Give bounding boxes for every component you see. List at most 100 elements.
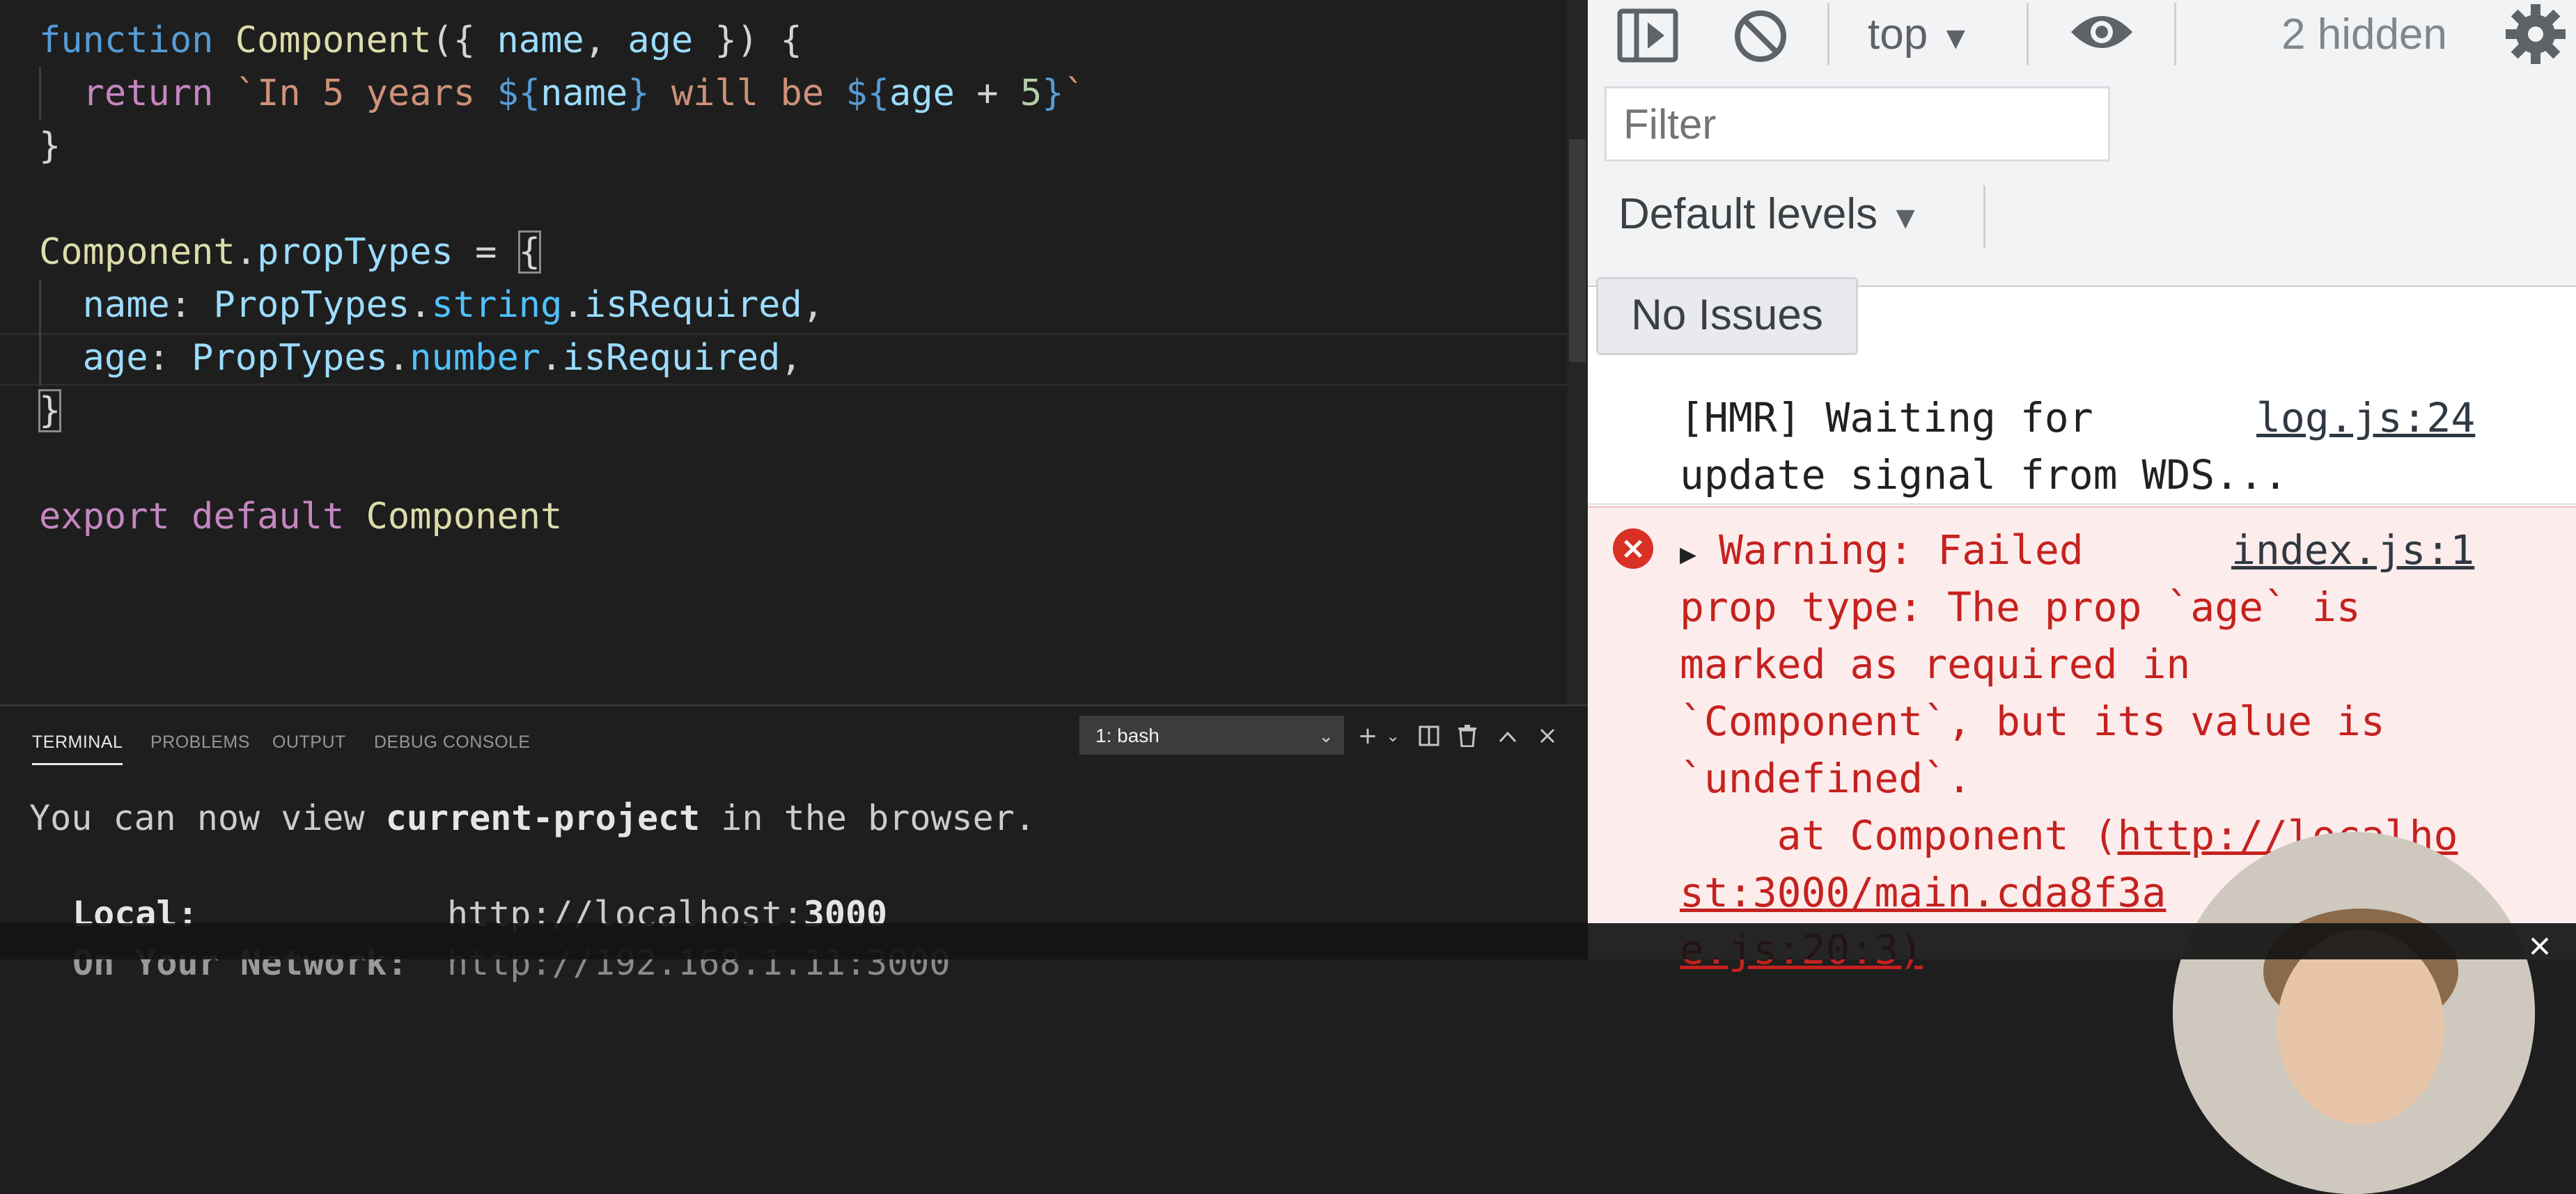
presenter-image	[2173, 832, 2535, 1194]
code-line[interactable]: export default Component	[39, 490, 562, 543]
code-token: ({	[431, 19, 497, 61]
code-token: name	[82, 284, 170, 326]
code-token: string	[431, 284, 563, 326]
code-token: .	[409, 284, 432, 326]
code-token: will be	[649, 72, 846, 114]
code-token: ${	[845, 72, 890, 114]
scrollbar-thumb[interactable]	[1569, 139, 1586, 362]
code-line[interactable]: return `In 5 years ${name} will be ${age…	[39, 67, 1086, 120]
editor-scrollbar[interactable]	[1567, 0, 1588, 705]
log-source-link[interactable]: log.js:24	[2256, 389, 2475, 446]
sidebar-icon	[1617, 8, 1678, 63]
trash-icon	[1458, 725, 1476, 748]
live-expression-button[interactable]	[2068, 11, 2135, 56]
code-line[interactable]: }	[38, 384, 62, 437]
code-token: +	[954, 72, 1020, 114]
error-icon: ×	[1613, 528, 1653, 569]
terminal-select[interactable]: 1: bash ⌄	[1079, 716, 1344, 755]
code-token: 5	[1020, 72, 1043, 114]
eye-icon	[2071, 16, 2132, 48]
code-editor[interactable]: function Component({ name, age }) { retu…	[0, 0, 1567, 705]
code-token: age	[82, 337, 148, 379]
code-token: age	[627, 19, 694, 61]
code-token: propTypes	[257, 231, 453, 273]
code-token: .	[387, 337, 410, 379]
code-token: PropTypes	[213, 284, 410, 326]
close-panel-button[interactable]	[1532, 718, 1563, 753]
chevron-down-icon: ⌄	[1318, 725, 1334, 746]
code-token: =	[453, 231, 519, 273]
code-token: }	[1042, 72, 1064, 114]
console-message-info: [HMR] Waiting for update signal from WDS…	[1588, 386, 2576, 505]
code-line[interactable]: name: PropTypes.string.isRequired,	[39, 278, 824, 331]
clear-console-button[interactable]	[1733, 8, 1788, 68]
code-token: default	[192, 496, 345, 537]
code-token: name	[497, 19, 584, 61]
console-toolbar: top ▼ 2 hidden	[1588, 0, 2576, 70]
tab-terminal[interactable]: TERMINAL	[32, 721, 123, 765]
code-line[interactable]: Component.propTypes = {	[39, 226, 542, 278]
code-token: }	[39, 125, 61, 167]
code-token: export	[39, 496, 170, 537]
sidebar-toggle-button[interactable]	[1617, 8, 1678, 66]
code-token: Component	[39, 231, 235, 273]
code-token: .	[562, 284, 584, 326]
tab-problems[interactable]: PROBLEMS	[150, 721, 250, 763]
code-token: number	[409, 337, 541, 379]
code-token: ,	[802, 284, 825, 326]
code-line[interactable]: age: PropTypes.number.isRequired,	[39, 331, 802, 384]
code-token: }) {	[693, 19, 802, 61]
stack-trace-link[interactable]: st:3000/main.cda8f3a	[1680, 864, 2166, 921]
tab-output[interactable]: OUTPUT	[272, 721, 346, 763]
code-token: ${	[497, 72, 541, 114]
code-token: }	[38, 389, 62, 432]
code-token: isRequired	[584, 284, 802, 326]
terminal-line: You can now view current-project in the …	[29, 798, 1036, 838]
toolbar-divider	[1983, 185, 1985, 248]
trash-button[interactable]	[1452, 718, 1483, 753]
code-token: }	[627, 72, 650, 114]
code-token: PropTypes	[192, 337, 388, 379]
code-token: ,	[780, 337, 802, 379]
toolbar-divider	[1827, 3, 1829, 65]
tab-debug-console[interactable]: DEBUG CONSOLE	[374, 721, 531, 763]
chevron-down-icon[interactable]: ⌄	[1377, 718, 1408, 753]
issues-button[interactable]: No Issues	[1596, 277, 1858, 355]
code-token: function	[39, 19, 214, 61]
block-icon	[1735, 10, 1786, 62]
console-settings-button[interactable]	[2504, 3, 2567, 69]
toolbar-divider	[2174, 3, 2176, 65]
levels-row: Default levels ▼	[1588, 174, 2576, 287]
split-terminal-button[interactable]	[1414, 718, 1444, 753]
code-token: `In 5 years	[213, 72, 497, 114]
code-token: {	[517, 230, 542, 274]
dropdown-triangle-icon: ▼	[1939, 19, 1972, 56]
maximize-panel-button[interactable]	[1492, 718, 1523, 753]
code-line[interactable]: }	[39, 120, 61, 173]
webcam-overlay	[2173, 832, 2535, 1194]
context-select[interactable]: top ▼	[1868, 10, 1972, 59]
code-token: name	[540, 72, 628, 114]
code-token: `	[1063, 72, 1086, 114]
devtools-console: top ▼ 2 hidden Default levels ▼ No Issue…	[1588, 0, 2576, 973]
code-token: :	[169, 284, 214, 326]
default-levels-select[interactable]: Default levels ▼	[1618, 189, 1921, 239]
dropdown-triangle-icon: ▼	[1889, 199, 1921, 235]
filter-input[interactable]	[1605, 86, 2110, 162]
code-token: isRequired	[562, 337, 781, 379]
gear-icon	[2506, 4, 2566, 64]
code-token: Component	[235, 19, 432, 61]
code-token: ,	[584, 19, 628, 61]
close-icon	[2531, 937, 2549, 955]
code-token: .	[540, 337, 563, 379]
code-line[interactable]: function Component({ name, age }) {	[39, 14, 802, 67]
code-token: .	[235, 231, 258, 273]
log-source-link[interactable]: index.js:1	[2231, 521, 2474, 579]
video-bottom-bar	[0, 923, 2576, 959]
